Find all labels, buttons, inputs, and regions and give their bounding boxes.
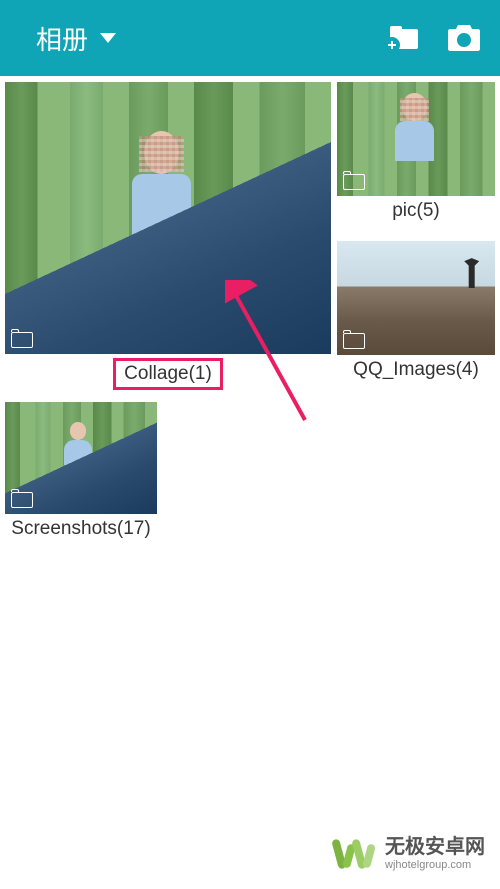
- header-title: 相册: [36, 20, 88, 57]
- album-label-text: Collage(1): [113, 358, 223, 390]
- folder-icon: [11, 492, 33, 508]
- album-item-pic[interactable]: pic(5): [337, 82, 495, 235]
- album-label: pic(5): [337, 196, 495, 226]
- album-grid: Collage(1) pic(5) QQ_Images(4: [0, 76, 500, 400]
- album-thumbnail: [5, 82, 331, 354]
- folder-icon: [11, 332, 33, 348]
- watermark: 无极安卓网 wjhotelgroup.com: [331, 834, 485, 874]
- add-folder-icon[interactable]: [390, 27, 418, 49]
- watermark-url: wjhotelgroup.com: [385, 859, 485, 872]
- album-item-screenshots[interactable]: Screenshots(17): [5, 402, 157, 544]
- watermark-logo-icon: [331, 834, 377, 874]
- album-label: Screenshots(17): [5, 514, 157, 544]
- watermark-title: 无极安卓网: [385, 835, 485, 859]
- dropdown-arrow-icon: [100, 33, 116, 43]
- header-actions: [390, 25, 480, 51]
- album-label: QQ_Images(4): [337, 355, 495, 385]
- folder-icon: [343, 174, 365, 190]
- camera-icon[interactable]: [448, 25, 480, 51]
- album-item-collage[interactable]: Collage(1): [5, 82, 331, 394]
- album-thumbnail: [337, 241, 495, 355]
- folder-icon: [343, 333, 365, 349]
- album-item-qq-images[interactable]: QQ_Images(4): [337, 241, 495, 394]
- album-label: Collage(1): [5, 354, 331, 394]
- album-thumbnail: [337, 82, 495, 196]
- album-row: Screenshots(17): [0, 402, 500, 544]
- watermark-text: 无极安卓网 wjhotelgroup.com: [385, 835, 485, 872]
- album-thumbnail: [5, 402, 157, 514]
- app-header: 相册: [0, 0, 500, 76]
- album-dropdown[interactable]: 相册: [36, 20, 116, 57]
